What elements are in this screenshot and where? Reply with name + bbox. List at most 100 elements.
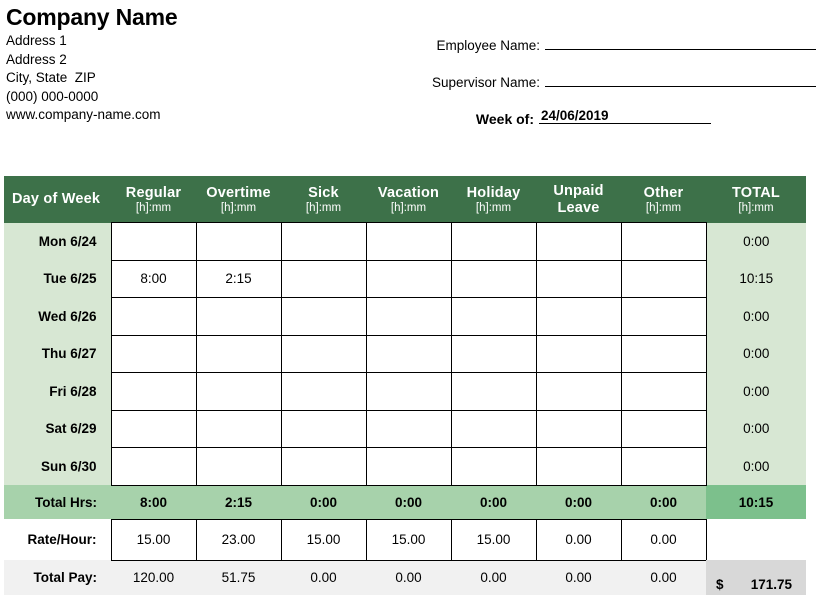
- cell-thu-sick[interactable]: [280, 334, 367, 373]
- cell-wed-sick[interactable]: [280, 297, 367, 336]
- total-hours-vacation: 0:00: [366, 485, 451, 519]
- cell-sat-other[interactable]: [620, 409, 707, 448]
- table-row: Tue 6/25 8:00 2:15 10:15: [4, 259, 806, 298]
- rate-sick[interactable]: 15.00: [280, 518, 367, 561]
- cell-sat-overtime[interactable]: [195, 409, 282, 448]
- column-header-overtime-label: Overtime: [206, 184, 271, 201]
- cell-mon-regular[interactable]: [110, 222, 197, 261]
- table-row: Sun 6/30 0:00: [4, 447, 806, 486]
- employee-name-field[interactable]: [545, 34, 816, 50]
- rate-per-hour-label: Rate/Hour:: [4, 519, 111, 560]
- cell-sat-regular[interactable]: [110, 409, 197, 448]
- cell-tue-holiday[interactable]: [450, 259, 537, 298]
- cell-thu-vacation[interactable]: [365, 334, 452, 373]
- cell-thu-unpaid-leave[interactable]: [535, 334, 622, 373]
- column-header-holiday: Holiday [h]:mm: [451, 176, 536, 223]
- cell-fri-other[interactable]: [620, 372, 707, 411]
- cell-wed-unpaid-leave[interactable]: [535, 297, 622, 336]
- cell-sat-total: 0:00: [706, 410, 806, 448]
- total-pay-row: Total Pay: 120.00 51.75 0.00 0.00 0.00 0…: [4, 560, 806, 595]
- cell-fri-regular[interactable]: [110, 372, 197, 411]
- cell-fri-sick[interactable]: [280, 372, 367, 411]
- cell-tue-other[interactable]: [620, 259, 707, 298]
- column-header-unpaid-leave-line2: Leave: [557, 199, 600, 216]
- cell-thu-other[interactable]: [620, 334, 707, 373]
- rate-per-hour-row: Rate/Hour: 15.00 23.00 15.00 15.00 15.00…: [4, 518, 806, 561]
- column-header-vacation: Vacation [h]:mm: [366, 176, 451, 223]
- total-hours-holiday: 0:00: [451, 485, 536, 519]
- cell-sat-vacation[interactable]: [365, 409, 452, 448]
- total-pay-label: Total Pay:: [4, 560, 111, 595]
- column-header-unpaid-leave: Unpaid Leave: [536, 176, 621, 223]
- cell-sun-holiday[interactable]: [450, 447, 537, 486]
- timesheet-table: Day of Week Regular [h]:mm Overtime [h]:…: [4, 176, 806, 595]
- cell-fri-unpaid-leave[interactable]: [535, 372, 622, 411]
- pay-regular: 120.00: [111, 560, 196, 595]
- cell-wed-regular[interactable]: [110, 297, 197, 336]
- cell-sat-sick[interactable]: [280, 409, 367, 448]
- cell-tue-vacation[interactable]: [365, 259, 452, 298]
- supervisor-name-label: Supervisor Name:: [431, 75, 540, 90]
- cell-tue-sick[interactable]: [280, 259, 367, 298]
- cell-tue-total: 10:15: [706, 260, 806, 298]
- cell-sun-overtime[interactable]: [195, 447, 282, 486]
- cell-wed-overtime[interactable]: [195, 297, 282, 336]
- pay-sick: 0.00: [281, 560, 366, 595]
- table-row: Wed 6/26 0:00: [4, 297, 806, 336]
- total-hours-regular: 8:00: [111, 485, 196, 519]
- column-header-total-unit: [h]:mm: [738, 201, 774, 214]
- cell-tue-overtime[interactable]: 2:15: [195, 259, 282, 298]
- column-header-total: TOTAL [h]:mm: [706, 176, 806, 223]
- total-hours-overtime: 2:15: [196, 485, 281, 519]
- pay-vacation: 0.00: [366, 560, 451, 595]
- rate-unpaid-leave[interactable]: 0.00: [535, 518, 622, 561]
- total-pay-amount: 171.75: [750, 577, 792, 593]
- cell-sun-vacation[interactable]: [365, 447, 452, 486]
- cell-mon-other[interactable]: [620, 222, 707, 261]
- cell-sun-unpaid-leave[interactable]: [535, 447, 622, 486]
- day-label-thu: Thu 6/27: [4, 335, 111, 373]
- rate-other[interactable]: 0.00: [620, 518, 707, 561]
- cell-thu-holiday[interactable]: [450, 334, 537, 373]
- column-header-regular-unit: [h]:mm: [135, 201, 172, 214]
- cell-sun-sick[interactable]: [280, 447, 367, 486]
- cell-sat-holiday[interactable]: [450, 409, 537, 448]
- employee-name-row: Employee Name:: [404, 34, 816, 53]
- cell-fri-overtime[interactable]: [195, 372, 282, 411]
- cell-tue-regular[interactable]: 8:00: [110, 259, 197, 298]
- rate-overtime[interactable]: 23.00: [195, 518, 282, 561]
- supervisor-name-row: Supervisor Name:: [404, 71, 816, 90]
- table-row: Fri 6/28 0:00: [4, 372, 806, 411]
- rate-regular[interactable]: 15.00: [110, 518, 197, 561]
- cell-wed-vacation[interactable]: [365, 297, 452, 336]
- week-of-field[interactable]: 24/06/2019: [539, 108, 711, 124]
- cell-tue-unpaid-leave[interactable]: [535, 259, 622, 298]
- cell-sun-regular[interactable]: [110, 447, 197, 486]
- day-label-mon: Mon 6/24: [4, 222, 111, 260]
- cell-wed-other[interactable]: [620, 297, 707, 336]
- cell-mon-holiday[interactable]: [450, 222, 537, 261]
- cell-mon-overtime[interactable]: [195, 222, 282, 261]
- sheet-header: Company Name Address 1 Address 2 City, S…: [0, 0, 828, 168]
- column-header-holiday-unit: [h]:mm: [475, 201, 512, 214]
- cell-sun-other[interactable]: [620, 447, 707, 486]
- cell-fri-total: 0:00: [706, 372, 806, 410]
- rate-vacation[interactable]: 15.00: [365, 518, 452, 561]
- pay-overtime: 51.75: [196, 560, 281, 595]
- total-hours-sick: 0:00: [281, 485, 366, 519]
- cell-mon-vacation[interactable]: [365, 222, 452, 261]
- cell-thu-overtime[interactable]: [195, 334, 282, 373]
- cell-mon-unpaid-leave[interactable]: [535, 222, 622, 261]
- cell-wed-holiday[interactable]: [450, 297, 537, 336]
- table-row: Sat 6/29 0:00: [4, 409, 806, 448]
- rate-holiday[interactable]: 15.00: [450, 518, 537, 561]
- cell-mon-sick[interactable]: [280, 222, 367, 261]
- cell-fri-vacation[interactable]: [365, 372, 452, 411]
- week-of-value: 24/06/2019: [541, 108, 609, 123]
- week-of-row: Week of: 24/06/2019: [404, 108, 816, 127]
- supervisor-name-field[interactable]: [545, 71, 816, 87]
- cell-thu-regular[interactable]: [110, 334, 197, 373]
- cell-fri-holiday[interactable]: [450, 372, 537, 411]
- total-hours-other: 0:00: [621, 485, 706, 519]
- cell-sat-unpaid-leave[interactable]: [535, 409, 622, 448]
